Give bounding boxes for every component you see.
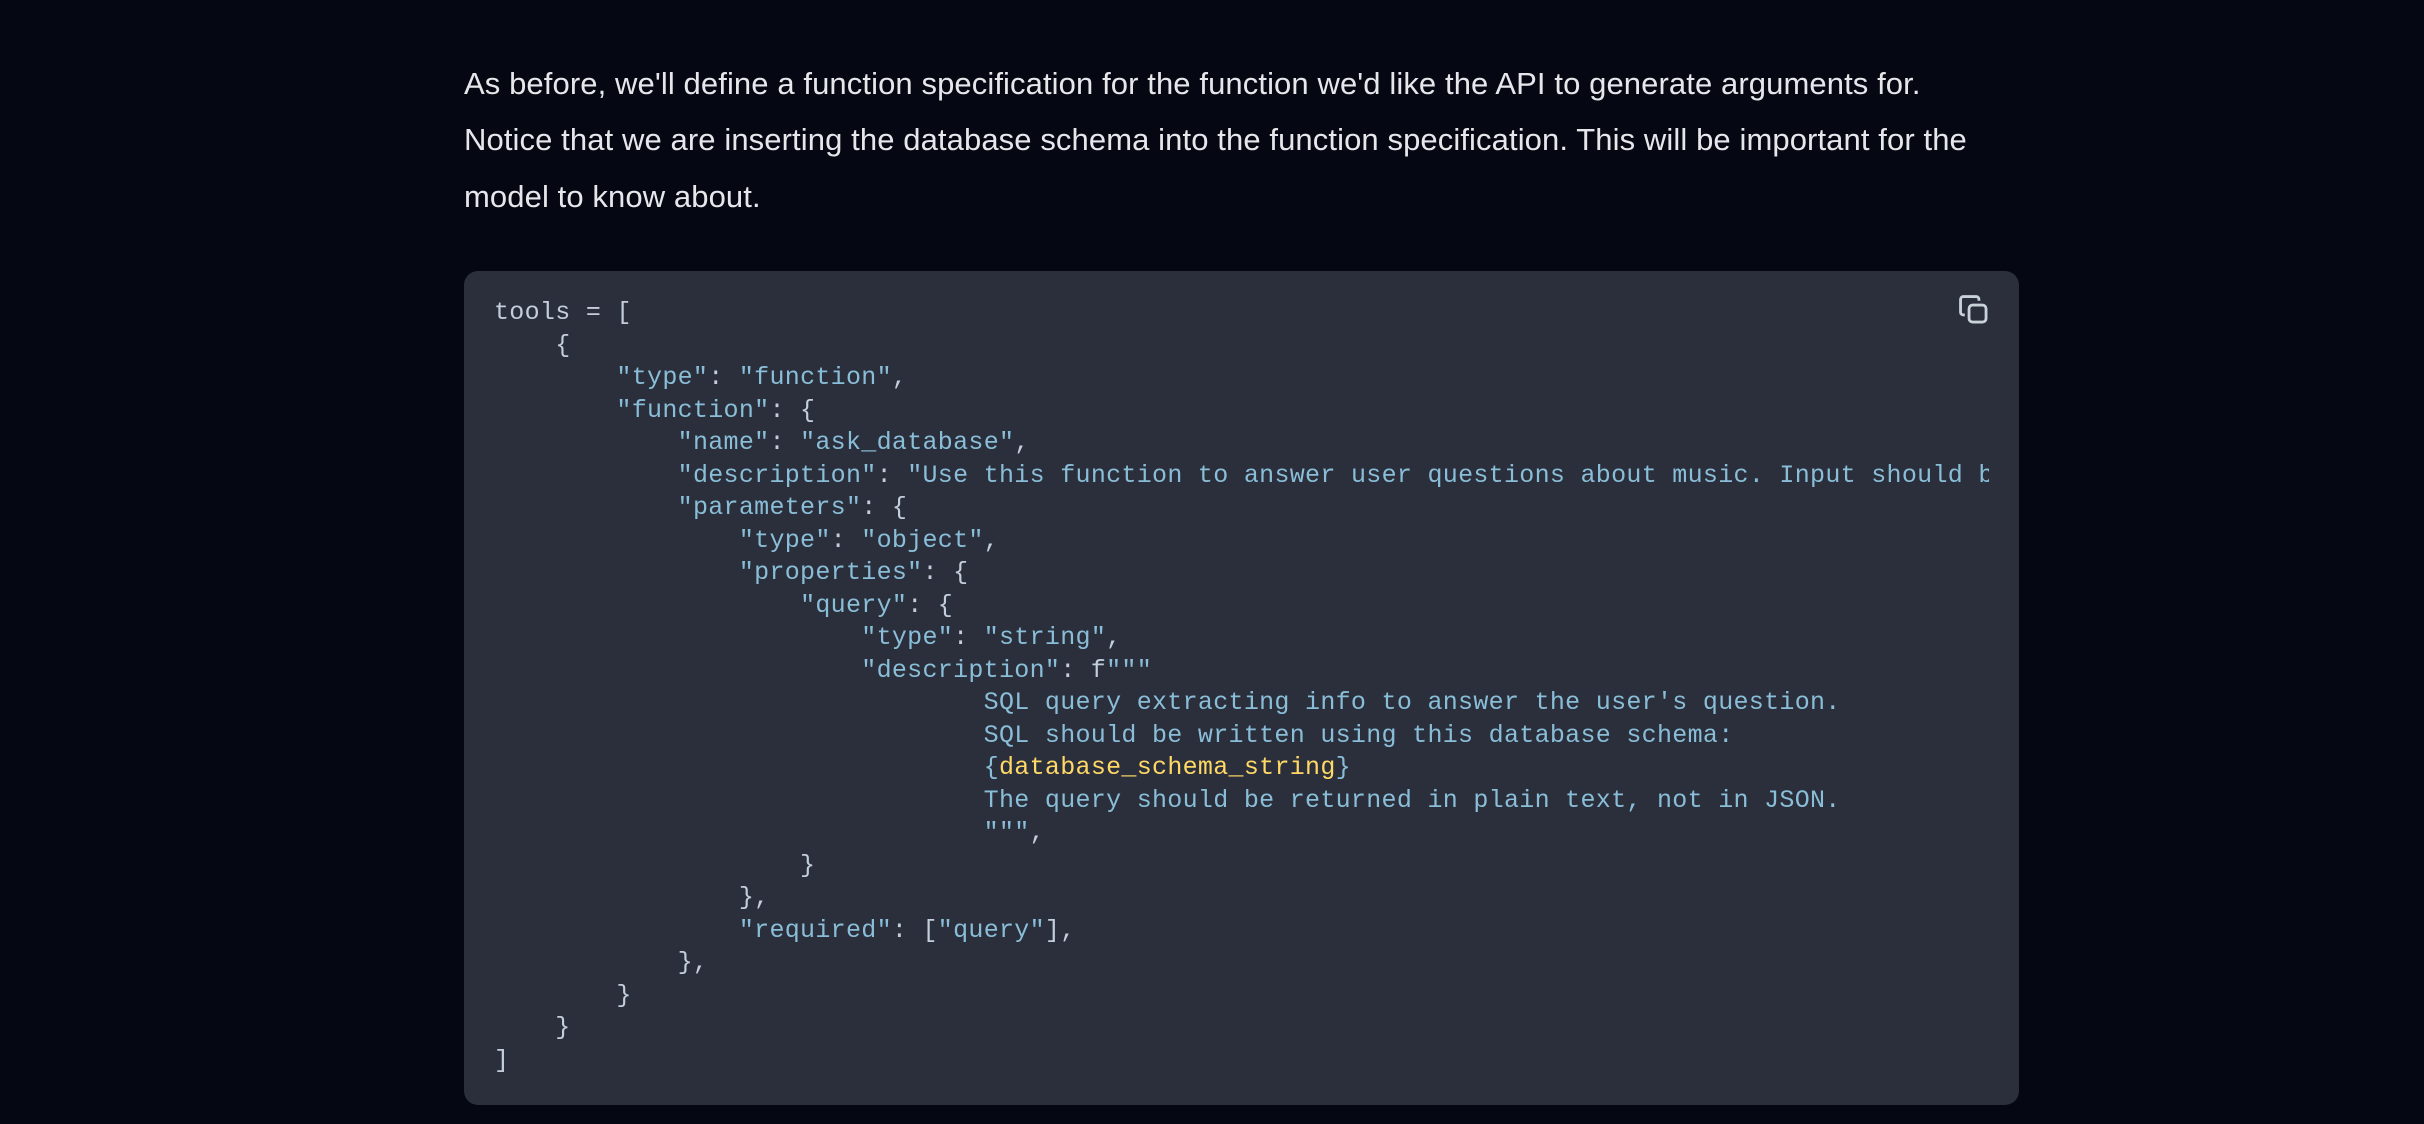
article-content: As before, we'll define a function speci…	[464, 25, 2024, 1105]
code-content: tools = [ { "type": "function", "functio…	[494, 297, 1989, 1077]
code-block: tools = [ { "type": "function", "functio…	[464, 271, 2019, 1105]
copy-button[interactable]	[1957, 293, 1993, 329]
copy-icon	[1957, 293, 1991, 327]
intro-paragraph: As before, we'll define a function speci…	[464, 56, 1984, 225]
